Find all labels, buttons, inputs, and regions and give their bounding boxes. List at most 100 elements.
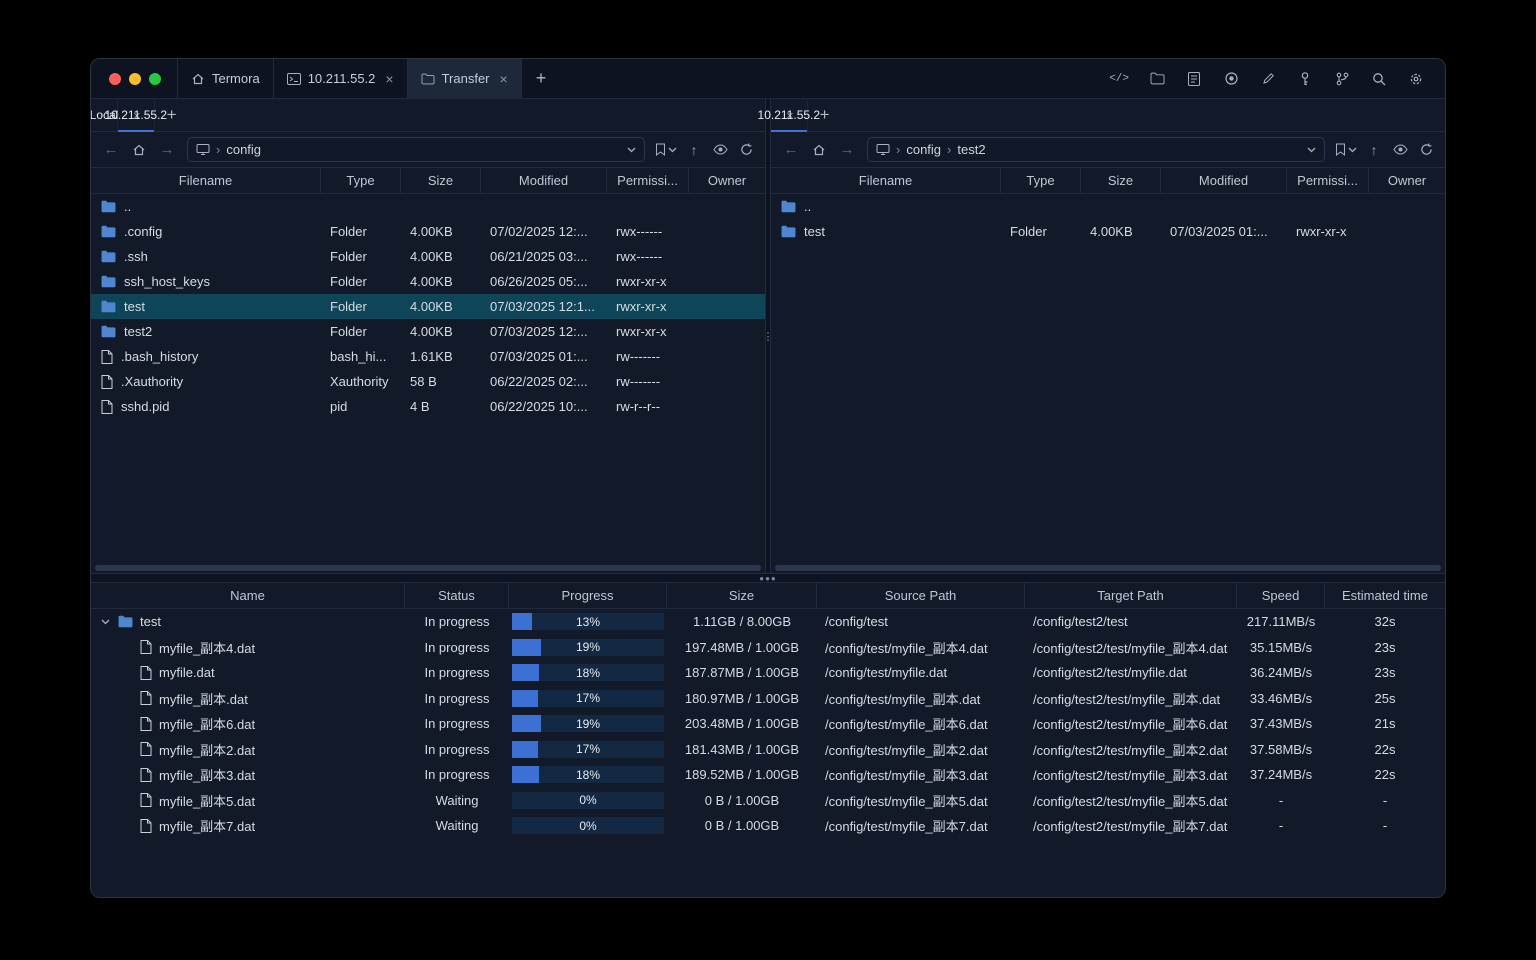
progress-bar: 19% xyxy=(512,715,664,733)
file-row[interactable]: .ssh Folder 4.00KB 06/21/2025 03:... rwx----… xyxy=(91,244,765,269)
file-row[interactable]: .config Folder 4.00KB 07/02/2025 12:... rwx-… xyxy=(91,219,765,244)
upload-button[interactable]: ↑ xyxy=(1363,139,1385,161)
transfer-column-header-name[interactable]: Name xyxy=(91,583,405,608)
bookmark-button[interactable] xyxy=(653,139,679,161)
file-row[interactable]: .Xauthority Xauthority 58 B 06/22/2025 02:.… xyxy=(91,369,765,394)
transfer-column-header-progress[interactable]: Progress xyxy=(509,583,667,608)
refresh-button[interactable] xyxy=(735,139,757,161)
search-button[interactable] xyxy=(1368,68,1390,90)
file-icon xyxy=(140,767,152,782)
horizontal-splitter[interactable]: ●●● xyxy=(91,573,1445,583)
refresh-button[interactable] xyxy=(1415,139,1437,161)
edit-icon xyxy=(1262,72,1275,85)
type-cell: pid xyxy=(330,399,348,414)
breadcrumb-dropdown-icon[interactable] xyxy=(1307,147,1316,153)
file-row[interactable]: test Folder 4.00KB 07/03/2025 12:1... rwxr-x… xyxy=(91,294,765,319)
horizontal-scrollbar[interactable] xyxy=(771,564,1445,573)
size-cell: 58 B xyxy=(410,374,437,389)
horizontal-scrollbar[interactable] xyxy=(91,564,765,573)
breadcrumb-item[interactable]: config xyxy=(906,142,941,157)
new-app-tab-button[interactable]: + xyxy=(522,59,561,98)
code-button[interactable]: </> xyxy=(1107,68,1131,90)
transfer-row[interactable]: myfile_副本5.dat Waiting 0% 0 B / 1.00GB/conf… xyxy=(91,788,1445,814)
branch-button[interactable] xyxy=(1331,68,1353,90)
column-header-modified[interactable]: Modified xyxy=(1161,168,1287,193)
transfer-column-header-size[interactable]: Size xyxy=(667,583,817,608)
transfer-column-header-speed[interactable]: Speed xyxy=(1237,583,1325,608)
transfer-row[interactable]: myfile.dat In progress 18% 187.87MB / 1.00G… xyxy=(91,660,1445,686)
column-header-type[interactable]: Type xyxy=(321,168,401,193)
transfer-row[interactable]: myfile_副本.dat In progress 17% 180.97MB / 1.… xyxy=(91,686,1445,712)
scrollbar-thumb[interactable] xyxy=(775,565,1441,571)
breadcrumb[interactable]: › config xyxy=(187,137,645,162)
key-button[interactable] xyxy=(1294,68,1316,90)
column-header-size[interactable]: Size xyxy=(401,168,481,193)
zoom-window-button[interactable] xyxy=(149,72,161,85)
status-cell: In progress xyxy=(424,690,490,706)
transfer-column-header-source-path[interactable]: Source Path xyxy=(817,583,1025,608)
show-hidden-button[interactable] xyxy=(1389,139,1411,161)
column-header-permissions[interactable]: Permissi... xyxy=(1287,168,1369,193)
titlebar-icon-group: </> xyxy=(1107,59,1445,98)
breadcrumb-item[interactable]: config xyxy=(226,142,261,157)
collapse-chevron-icon[interactable] xyxy=(99,619,111,625)
panel-tab-10-211-55-2[interactable]: 10.211.55.2 × xyxy=(758,99,820,132)
scrollbar-thumb[interactable] xyxy=(95,565,761,571)
bookmark-button[interactable] xyxy=(1333,139,1359,161)
breadcrumb[interactable]: › config › test2 xyxy=(867,137,1325,162)
file-row[interactable]: .. xyxy=(771,194,1445,219)
home-button[interactable] xyxy=(127,139,151,161)
back-button[interactable]: ← xyxy=(99,139,123,161)
filename: ssh_host_keys xyxy=(124,274,210,289)
file-row[interactable]: ssh_host_keys Folder 4.00KB 06/26/2025 05:.… xyxy=(91,269,765,294)
back-button[interactable]: ← xyxy=(779,139,803,161)
panel-tab-10-211-55-2[interactable]: 10.211.55.2 × xyxy=(105,99,167,132)
transfer-column-header-estimated-time[interactable]: Estimated time xyxy=(1325,583,1445,608)
column-header-type[interactable]: Type xyxy=(1001,168,1081,193)
transfer-column-header-status[interactable]: Status xyxy=(405,583,509,608)
app-tab-transfer[interactable]: Transfer × xyxy=(406,59,522,98)
transfer-row[interactable]: myfile_副本6.dat In progress 19% 203.48MB / 1… xyxy=(91,711,1445,737)
column-header-owner[interactable]: Owner xyxy=(689,168,765,193)
column-header-size[interactable]: Size xyxy=(1081,168,1161,193)
edit-button[interactable] xyxy=(1257,68,1279,90)
size-cell: 4.00KB xyxy=(410,324,453,339)
file-row[interactable]: sshd.pid pid 4 B 06/22/2025 10:... rw-r--r-- xyxy=(91,394,765,419)
forward-button[interactable]: → xyxy=(155,139,179,161)
app-tab-termora[interactable]: Termora xyxy=(177,59,273,98)
transfer-row[interactable]: myfile_副本7.dat Waiting 0% 0 B / 1.00GB/conf… xyxy=(91,813,1445,839)
transfer-row[interactable]: myfile_副本4.dat In progress 19% 197.48MB / 1… xyxy=(91,635,1445,661)
forward-button[interactable]: → xyxy=(835,139,859,161)
record-button[interactable] xyxy=(1220,68,1242,90)
breadcrumb-item[interactable]: test2 xyxy=(957,142,985,157)
file-row[interactable]: test2 Folder 4.00KB 07/03/2025 12:... rwxr-x… xyxy=(91,319,765,344)
transfer-item-name: myfile_副本4.dat xyxy=(159,640,256,656)
close-tab-icon[interactable]: × xyxy=(500,71,508,87)
show-hidden-button[interactable] xyxy=(709,139,731,161)
transfer-column-header-target-path[interactable]: Target Path xyxy=(1025,583,1237,608)
column-header-filename[interactable]: Filename xyxy=(91,168,321,193)
eye-icon xyxy=(1392,144,1408,155)
file-row[interactable]: .. xyxy=(91,194,765,219)
app-tab-10-211-55-2[interactable]: 10.211.55.2 × xyxy=(272,59,407,98)
transfer-row[interactable]: myfile_副本3.dat In progress 18% 189.52MB / 1… xyxy=(91,762,1445,788)
upload-button[interactable]: ↑ xyxy=(683,139,705,161)
minimize-window-button[interactable] xyxy=(129,72,141,85)
column-header-modified[interactable]: Modified xyxy=(481,168,607,193)
transfer-name-cell: myfile_副本7.dat xyxy=(91,816,405,835)
column-header-owner[interactable]: Owner xyxy=(1369,168,1445,193)
settings-button[interactable] xyxy=(1405,68,1427,90)
permissions-cell: rwxr-xr-x xyxy=(616,299,667,314)
log-button[interactable] xyxy=(1183,68,1205,90)
folder-outline-button[interactable] xyxy=(1146,68,1168,90)
breadcrumb-dropdown-icon[interactable] xyxy=(627,147,636,153)
transfer-row[interactable]: myfile_副本2.dat In progress 17% 181.43MB / 1… xyxy=(91,737,1445,763)
file-row[interactable]: test Folder 4.00KB 07/03/2025 01:... rwxr-xr… xyxy=(771,219,1445,244)
column-header-permissions[interactable]: Permissi... xyxy=(607,168,689,193)
close-tab-icon[interactable]: × xyxy=(385,71,393,87)
column-header-filename[interactable]: Filename xyxy=(771,168,1001,193)
close-window-button[interactable] xyxy=(109,72,121,85)
transfer-row[interactable]: test In progress 13% 1.11GB / 8.00GB/config… xyxy=(91,609,1445,635)
file-row[interactable]: .bash_history bash_hi... 1.61KB 07/03/2025 … xyxy=(91,344,765,369)
home-button[interactable] xyxy=(807,139,831,161)
